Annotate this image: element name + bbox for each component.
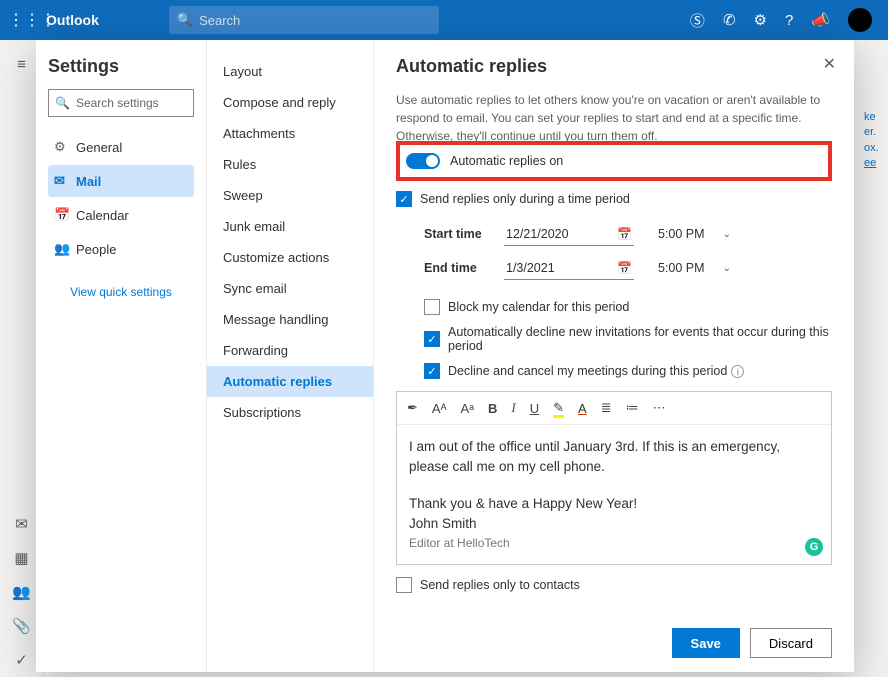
start-time-select[interactable]: 5:00 PM⌄ [658,227,748,241]
search-settings-input[interactable]: 🔍 Search settings [48,89,194,117]
calendar-icon: 📅 [617,261,632,275]
search-icon: 🔍 [55,96,70,110]
avatar[interactable] [848,8,872,32]
category-general[interactable]: ⚙General [48,131,194,163]
global-search[interactable]: 🔍 Search [169,6,439,34]
annotation-highlight: Automatic replies on [396,141,832,181]
numbering-icon[interactable]: ≔ [626,400,639,416]
save-button[interactable]: Save [672,628,740,658]
settings-gear-icon[interactable]: ⚙ [754,11,767,29]
mail-icon: ✉ [54,173,76,189]
font-size-down-icon[interactable]: Aᵃ [460,401,474,416]
checkbox-contacts-only-label: Send replies only to contacts [420,578,580,592]
font-size-up-icon[interactable]: Aᴬ [432,401,447,416]
reply-body-p2: Thank you & have a Happy New Year! [409,494,819,514]
checkbox-cancel-meetings[interactable]: ✓ [424,363,440,379]
bold-button[interactable]: B [488,401,497,416]
grammarly-icon[interactable]: G [805,538,823,556]
sub-sweep[interactable]: Sweep [207,180,373,211]
sub-customize[interactable]: Customize actions [207,242,373,273]
sub-rules[interactable]: Rules [207,149,373,180]
checkbox-time-period-label: Send replies only during a time period [420,192,630,206]
sub-subscriptions[interactable]: Subscriptions [207,397,373,428]
settings-modal: Settings 🔍 Search settings ⚙General ✉Mai… [36,40,854,672]
chevron-down-icon: ⌄ [723,229,731,240]
app-name: Outlook [46,12,99,28]
outlook-topbar: ⋮⋮⋮ Outlook 🔍 Search Ⓢ ✆ ⚙ ? 📣 [0,0,888,40]
checkbox-block-calendar[interactable] [424,299,440,315]
sub-attachments[interactable]: Attachments [207,118,373,149]
checkbox-block-calendar-label: Block my calendar for this period [448,300,629,314]
calendar-icon: 📅 [54,207,76,223]
autoreplies-toggle[interactable] [406,153,440,169]
settings-categories-col: Settings 🔍 Search settings ⚙General ✉Mai… [36,40,206,672]
editor-body[interactable]: I am out of the office until January 3rd… [397,425,831,564]
sub-junk[interactable]: Junk email [207,211,373,242]
search-placeholder: Search [199,13,240,28]
checkbox-cancel-meetings-label: Decline and cancel my meetings during th… [448,364,727,378]
panel-footer: Save Discard [396,618,832,658]
start-time-label: Start time [424,227,504,241]
sub-compose[interactable]: Compose and reply [207,87,373,118]
highlight-button[interactable]: ✎ [553,400,564,416]
close-icon[interactable]: ✕ [823,54,836,74]
underline-button[interactable]: U [530,401,539,416]
view-quick-settings-link[interactable]: View quick settings [48,285,194,299]
settings-title: Settings [48,56,194,77]
more-format-icon[interactable]: ⋯ [653,400,666,416]
outbox-icon[interactable]: ✆ [723,11,736,29]
editor-toolbar: ✒ Aᴬ Aᵃ B I U ✎ A ≣ ≔ ⋯ [397,392,831,425]
checkbox-time-period[interactable]: ✓ [396,191,412,207]
checkbox-decline-new[interactable]: ✓ [424,331,440,347]
sub-sync[interactable]: Sync email [207,273,373,304]
gear-icon: ⚙ [54,139,76,155]
reply-signature-name: John Smith [409,514,819,534]
font-color-button[interactable]: A [578,401,587,416]
discard-button[interactable]: Discard [750,628,832,658]
reply-signature-title: Editor at HelloTech [409,534,819,552]
end-time-label: End time [424,261,504,275]
info-icon[interactable]: i [731,365,744,378]
category-mail[interactable]: ✉Mail [48,165,194,197]
end-time-select[interactable]: 5:00 PM⌄ [658,261,748,275]
calendar-icon: 📅 [617,227,632,241]
category-people[interactable]: 👥People [48,233,194,265]
autoreplies-toggle-label: Automatic replies on [450,154,563,168]
panel-title: Automatic replies [396,56,832,77]
search-icon: 🔍 [177,12,193,28]
chevron-down-icon: ⌄ [723,263,731,274]
waffle-icon[interactable]: ⋮⋮⋮ [8,10,42,30]
settings-detail-panel: Automatic replies ✕ Use automatic replie… [374,40,854,672]
people-icon: 👥 [54,241,76,257]
category-calendar[interactable]: 📅Calendar [48,199,194,231]
panel-description: Use automatic replies to let others know… [396,91,832,145]
sub-autoreplies[interactable]: Automatic replies [207,366,373,397]
checkbox-decline-new-label: Automatically decline new invitations fo… [448,325,832,353]
sub-layout[interactable]: Layout [207,56,373,87]
end-date-input[interactable]: 1/3/2021📅 [504,257,634,280]
notifications-icon[interactable]: 📣 [811,11,830,29]
format-painter-icon[interactable]: ✒ [407,400,418,416]
reply-editor: ✒ Aᴬ Aᵃ B I U ✎ A ≣ ≔ ⋯ I am out of the … [396,391,832,565]
sub-msghandling[interactable]: Message handling [207,304,373,335]
bullets-icon[interactable]: ≣ [601,400,612,416]
italic-button[interactable]: I [511,400,515,416]
background-pane-hint: ke er. ox. ee [864,110,882,172]
sub-forwarding[interactable]: Forwarding [207,335,373,366]
skype-icon[interactable]: Ⓢ [690,10,705,31]
help-icon[interactable]: ? [785,12,793,29]
start-date-input[interactable]: 12/21/2020📅 [504,223,634,246]
checkbox-contacts-only[interactable] [396,577,412,593]
settings-subcategories-col: Layout Compose and reply Attachments Rul… [206,40,374,672]
reply-body-p1: I am out of the office until January 3rd… [409,437,819,478]
